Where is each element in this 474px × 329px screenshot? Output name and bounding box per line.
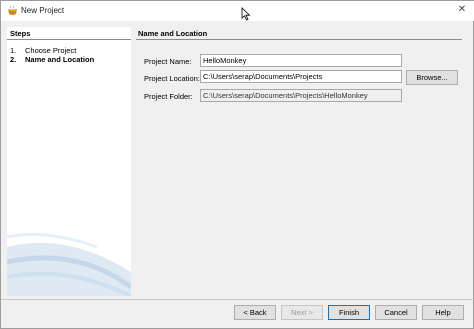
step-name-and-location: 2. Name and Location: [10, 55, 94, 64]
mouse-pointer-icon: [241, 7, 251, 21]
back-button[interactable]: < Back: [234, 305, 276, 320]
project-location-label: Project Location:: [144, 74, 200, 83]
steps-heading: Steps: [10, 29, 31, 38]
project-name-label: Project Name:: [144, 57, 192, 66]
finish-button[interactable]: Finish: [328, 305, 370, 320]
project-name-input[interactable]: HelloMonkey: [200, 54, 402, 67]
window-title: New Project: [21, 6, 65, 15]
title-bar: New Project ✕: [1, 1, 474, 21]
netbeans-cup-icon: [8, 6, 17, 15]
project-location-input[interactable]: C:\Users\serap\Documents\Projects: [200, 70, 402, 83]
section-heading: Name and Location: [138, 29, 208, 38]
cancel-button[interactable]: Cancel: [375, 305, 417, 320]
step-label: Choose Project: [25, 46, 77, 55]
steps-divider: [7, 39, 131, 40]
footer-divider: [1, 299, 474, 300]
new-project-dialog: New Project ✕ Steps 1. Choose Project 2. N…: [0, 0, 474, 329]
project-folder-field: C:\Users\serap\Documents\Projects\HelloM…: [200, 89, 402, 102]
content-panel: Name and Location Project Name: HelloMon…: [136, 27, 462, 296]
step-number: 2.: [10, 55, 17, 64]
browse-button[interactable]: Browse...: [406, 70, 458, 85]
steps-panel: Steps 1. Choose Project 2. Name and Locati…: [7, 27, 131, 296]
project-folder-label: Project Folder:: [144, 92, 193, 101]
section-divider: [136, 39, 462, 40]
step-choose-project: 1. Choose Project: [10, 46, 76, 55]
step-label: Name and Location: [25, 55, 95, 64]
next-button[interactable]: Next >: [281, 305, 323, 320]
decorative-swoosh-graphic: [7, 233, 131, 296]
help-button[interactable]: Help: [422, 305, 464, 320]
close-icon[interactable]: ✕: [455, 3, 469, 17]
step-number: 1.: [10, 46, 17, 55]
